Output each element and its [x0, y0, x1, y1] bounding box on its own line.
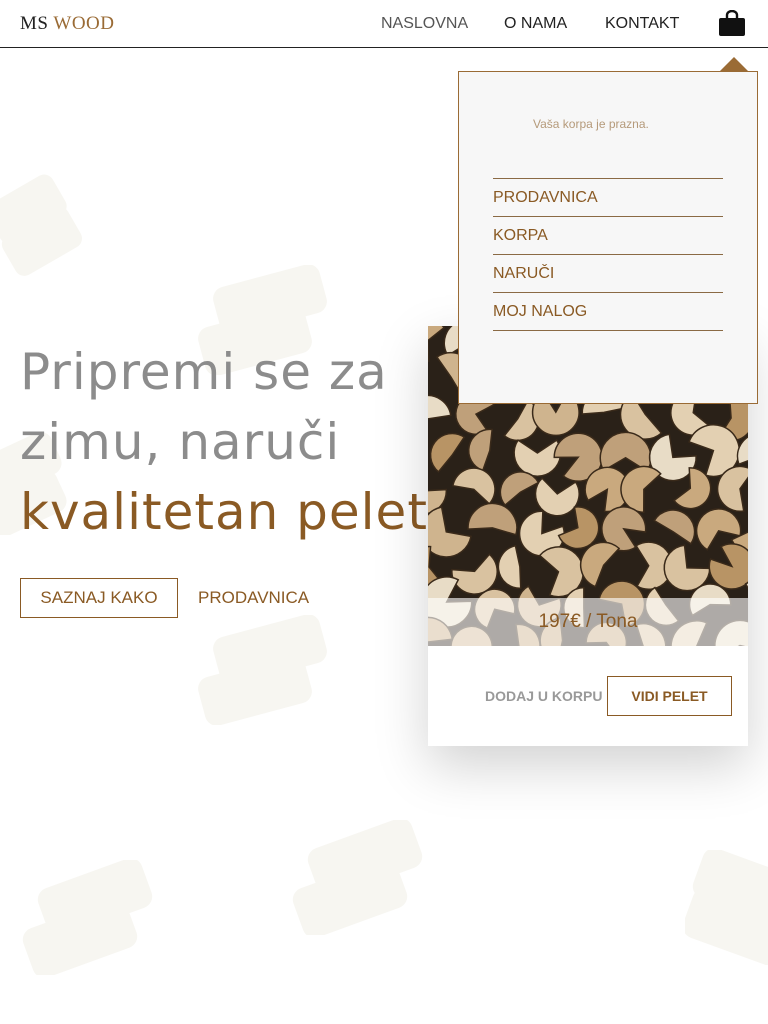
- add-to-cart-button[interactable]: DODAJ U KORPU: [485, 688, 602, 704]
- product-price: 197€ / Tona: [428, 598, 748, 646]
- logo-ms: MS: [20, 13, 49, 34]
- hero-title-highlight: kvalitetan pelet!: [20, 483, 449, 541]
- hero-title-line-2: zimu, naruči: [20, 413, 341, 471]
- log-decoration: [0, 174, 82, 276]
- log-end: [428, 488, 448, 515]
- shopping-bag-icon[interactable]: [718, 10, 746, 38]
- menu-item-korpa[interactable]: KORPA: [493, 217, 723, 255]
- log-end: [499, 471, 540, 507]
- log-end: [663, 544, 711, 592]
- nav-o-nama[interactable]: O NAMA: [504, 15, 567, 33]
- log-decoration: [22, 860, 153, 975]
- log-end: [452, 467, 496, 505]
- nav-naslovna[interactable]: NASLOVNA: [381, 15, 468, 33]
- log-end: [534, 477, 580, 517]
- log-end: [620, 465, 662, 513]
- menu-item-prodavnica[interactable]: PRODAVNICA: [493, 179, 723, 217]
- log-end: [467, 502, 518, 536]
- log-end: [579, 541, 621, 588]
- cart-dropdown-menu: PRODAVNICA KORPA NARUČI MOJ NALOG: [493, 178, 723, 331]
- site-logo[interactable]: MS WOOD: [20, 13, 115, 35]
- log-end: [497, 544, 522, 589]
- menu-item-naruci[interactable]: NARUČI: [493, 255, 723, 293]
- log-end: [513, 439, 562, 477]
- logo-wood: WOOD: [53, 13, 115, 34]
- log-end: [467, 428, 493, 472]
- log-end: [428, 394, 452, 420]
- log-end: [708, 543, 748, 590]
- site-header: MS WOOD NASLOVNA O NAMA KONTAKT: [0, 0, 768, 48]
- log-end: [429, 432, 466, 473]
- log-decoration: [292, 820, 423, 935]
- log-decoration: [198, 615, 327, 725]
- cart-dropdown: Vaša korpa je prazna. PRODAVNICA KORPA N…: [458, 71, 758, 404]
- log-end: [428, 506, 472, 558]
- dropdown-pointer: [719, 57, 749, 72]
- hero-title-line-1: Pripremi se za: [20, 343, 388, 401]
- log-decoration: [685, 850, 768, 965]
- learn-how-button[interactable]: SAZNAJ KAKO: [20, 578, 178, 618]
- cart-empty-message: Vaša korpa je prazna.: [533, 117, 649, 131]
- log-end: [653, 509, 696, 545]
- shop-link[interactable]: PRODAVNICA: [198, 588, 309, 608]
- log-end: [451, 553, 498, 595]
- view-pellet-button[interactable]: VIDI PELET: [607, 676, 732, 716]
- nav-kontakt[interactable]: KONTAKT: [605, 15, 679, 33]
- menu-item-moj-nalog[interactable]: MOJ NALOG: [493, 293, 723, 331]
